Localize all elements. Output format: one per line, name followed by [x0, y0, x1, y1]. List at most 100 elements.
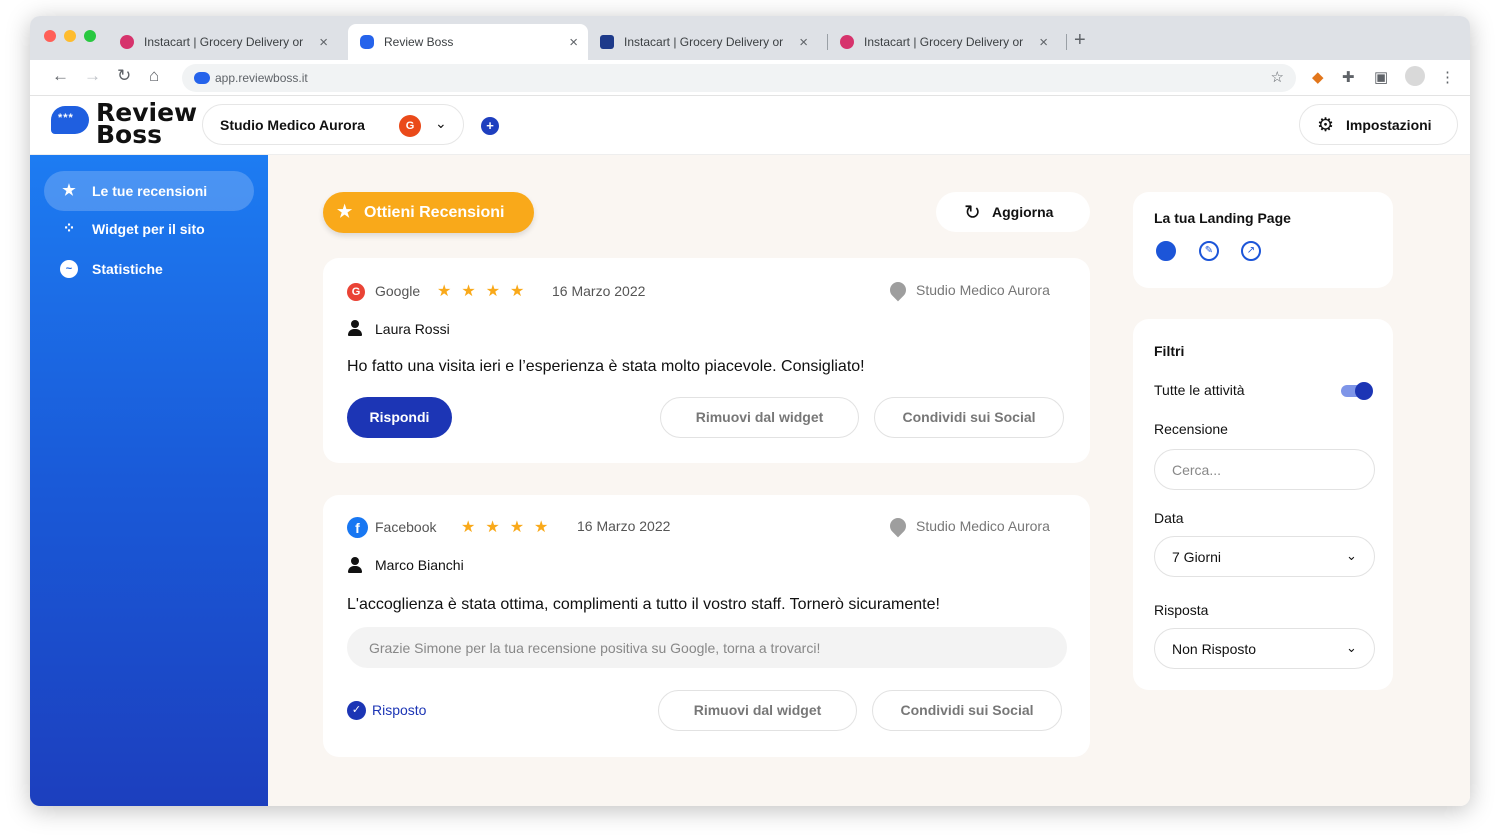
review-source: Facebook — [375, 519, 437, 535]
instacart-favicon-icon — [840, 35, 854, 49]
extensions-puzzle-icon[interactable]: ✚ — [1342, 68, 1355, 86]
business-name: Studio Medico Aurora — [220, 117, 365, 133]
star-rating: ★★★★ — [461, 519, 559, 536]
all-activities-label: Tutte le attività — [1154, 382, 1245, 398]
reviewboss-favicon-icon — [360, 35, 374, 49]
review-date: 16 Marzo 2022 — [577, 518, 671, 534]
filters-panel: Filtri Tutte le attività Recensione Data… — [1133, 319, 1393, 690]
tab-title: Instacart | Grocery Delivery or — [864, 35, 1024, 49]
share-social-button[interactable]: Condividi sui Social — [872, 690, 1062, 731]
toggle-knob — [1355, 382, 1373, 400]
get-reviews-label: Ottieni Recensioni — [364, 204, 505, 221]
maximize-window-button[interactable] — [84, 30, 96, 42]
sidebar-item-label: Le tue recensioni — [92, 183, 208, 199]
sidebar-item-stats[interactable]: ~ Statistiche — [44, 249, 254, 289]
review-text: Ho fatto una visita ieri e l’esperienza … — [347, 358, 865, 375]
sidebar-item-label: Widget per il sito — [92, 221, 205, 237]
app-logo[interactable]: Review Boss — [96, 100, 197, 149]
star-icon: ★ — [62, 182, 76, 199]
star-rating: ★★★★ — [437, 283, 535, 300]
user-icon — [348, 557, 362, 573]
close-tab-icon[interactable]: × — [569, 34, 578, 51]
review-card: f Facebook ★★★★ 16 Marzo 2022 Studio Med… — [323, 495, 1090, 757]
response-select[interactable]: Non Risposto ⌄ — [1154, 628, 1375, 669]
gear-icon: ⚙ — [1317, 115, 1335, 136]
review-search-input[interactable] — [1172, 462, 1352, 478]
browser-menu-icon[interactable]: ⋮ — [1440, 68, 1455, 86]
landing-page-title: La tua Landing Page — [1154, 210, 1291, 226]
get-reviews-button[interactable]: ★ Ottieni Recensioni — [323, 192, 534, 233]
grid-icon: ⁘ — [62, 220, 76, 237]
sidebar-item-label: Statistiche — [92, 261, 163, 277]
reply-text: Grazie Simone per la tua recensione posi… — [369, 640, 821, 656]
tab-title: Review Boss — [384, 35, 454, 49]
review-text: L'accoglienza è stata ottima, compliment… — [347, 596, 940, 613]
metamask-extension-icon[interactable]: ◆ — [1312, 68, 1324, 86]
review-author: Marco Bianchi — [375, 557, 464, 573]
reply-button[interactable]: Rispondi — [347, 397, 452, 438]
browser-tab-4[interactable]: Instacart | Grocery Delivery or × — [828, 24, 1058, 60]
review-date: 16 Marzo 2022 — [552, 283, 646, 299]
sidebar-panel-icon[interactable]: ▣ — [1374, 68, 1388, 86]
address-bar[interactable]: app.reviewboss.it ☆ — [182, 64, 1296, 92]
share-social-button[interactable]: Condividi sui Social — [874, 397, 1064, 438]
remove-from-widget-button[interactable]: Rimuovi dal widget — [658, 690, 857, 731]
app-header: *** Review Boss Studio Medico Aurora G ⌄… — [30, 96, 1470, 155]
url-text: app.reviewboss.it — [215, 71, 308, 85]
browser-tab-1[interactable]: Instacart | Grocery Delivery or × — [108, 24, 338, 60]
chevron-down-icon: ⌄ — [1346, 640, 1357, 655]
profile-avatar-icon[interactable] — [1405, 66, 1425, 86]
review-card: G Google ★★★★ 16 Marzo 2022 Studio Medic… — [323, 258, 1090, 463]
minimize-window-button[interactable] — [64, 30, 76, 42]
replied-status: Risposto — [372, 702, 427, 718]
browser-tab-3[interactable]: Instacart | Grocery Delivery or × — [588, 24, 818, 60]
home-icon[interactable]: ⌂ — [149, 66, 159, 86]
close-tab-icon[interactable]: × — [1039, 34, 1048, 51]
refresh-label: Aggiorna — [992, 204, 1054, 220]
refresh-button[interactable]: ↻ Aggiorna — [936, 192, 1090, 232]
paypal-favicon-icon — [600, 35, 614, 49]
close-tab-icon[interactable]: × — [319, 34, 328, 51]
browser-tab-2[interactable]: Review Boss × — [348, 24, 588, 60]
back-icon[interactable]: ← — [52, 66, 69, 86]
open-external-icon[interactable]: ↗ — [1241, 241, 1261, 261]
chevron-down-icon: ⌄ — [1346, 548, 1357, 563]
instacart-favicon-icon — [120, 35, 134, 49]
google-badge-icon: G — [399, 115, 421, 137]
google-icon: G — [347, 283, 365, 301]
settings-label: Impostazioni — [1346, 117, 1432, 133]
new-tab-icon[interactable]: + — [1074, 29, 1086, 52]
reload-icon[interactable]: ↻ — [117, 66, 131, 86]
review-location: Studio Medico Aurora — [916, 282, 1050, 298]
remove-from-widget-button[interactable]: Rimuovi dal widget — [660, 397, 859, 438]
close-tab-icon[interactable]: × — [799, 34, 808, 51]
browser-toolbar: ← → ↻ ⌂ app.reviewboss.it ☆ ◆ ✚ ▣ ⋮ — [30, 60, 1470, 96]
edit-icon[interactable]: ✎ — [1199, 241, 1219, 261]
logo-chat-icon: *** — [51, 106, 89, 134]
review-author: Laura Rossi — [375, 321, 450, 337]
view-page-icon[interactable] — [1156, 241, 1176, 261]
business-selector[interactable]: Studio Medico Aurora G ⌄ — [202, 104, 464, 145]
site-info-icon[interactable] — [194, 72, 210, 84]
browser-window: Instacart | Grocery Delivery or × Review… — [30, 16, 1470, 806]
date-filter-label: Data — [1154, 510, 1184, 526]
forward-icon[interactable]: → — [84, 66, 101, 86]
settings-button[interactable]: ⚙ Impostazioni — [1299, 104, 1458, 145]
date-select[interactable]: 7 Giorni ⌄ — [1154, 536, 1375, 577]
add-business-button[interactable]: + — [481, 117, 499, 135]
tab-title: Instacart | Grocery Delivery or — [144, 35, 304, 49]
response-select-value: Non Risposto — [1172, 641, 1257, 657]
reply-text-box: Grazie Simone per la tua recensione posi… — [347, 627, 1067, 668]
sidebar-item-widget[interactable]: ⁘ Widget per il sito — [44, 209, 254, 249]
chevron-down-icon: ⌄ — [435, 115, 447, 131]
logo-line-2: Boss — [96, 120, 162, 149]
review-location: Studio Medico Aurora — [916, 518, 1050, 534]
all-activities-toggle[interactable] — [1341, 382, 1373, 400]
bookmark-star-icon[interactable]: ☆ — [1271, 68, 1284, 86]
sidebar: ★ Le tue recensioni ⁘ Widget per il sito… — [30, 155, 268, 806]
sidebar-item-reviews[interactable]: ★ Le tue recensioni — [44, 171, 254, 211]
review-search-field[interactable] — [1154, 449, 1375, 490]
tab-strip: Instacart | Grocery Delivery or × Review… — [30, 16, 1470, 60]
response-filter-label: Risposta — [1154, 602, 1209, 618]
close-window-button[interactable] — [44, 30, 56, 42]
